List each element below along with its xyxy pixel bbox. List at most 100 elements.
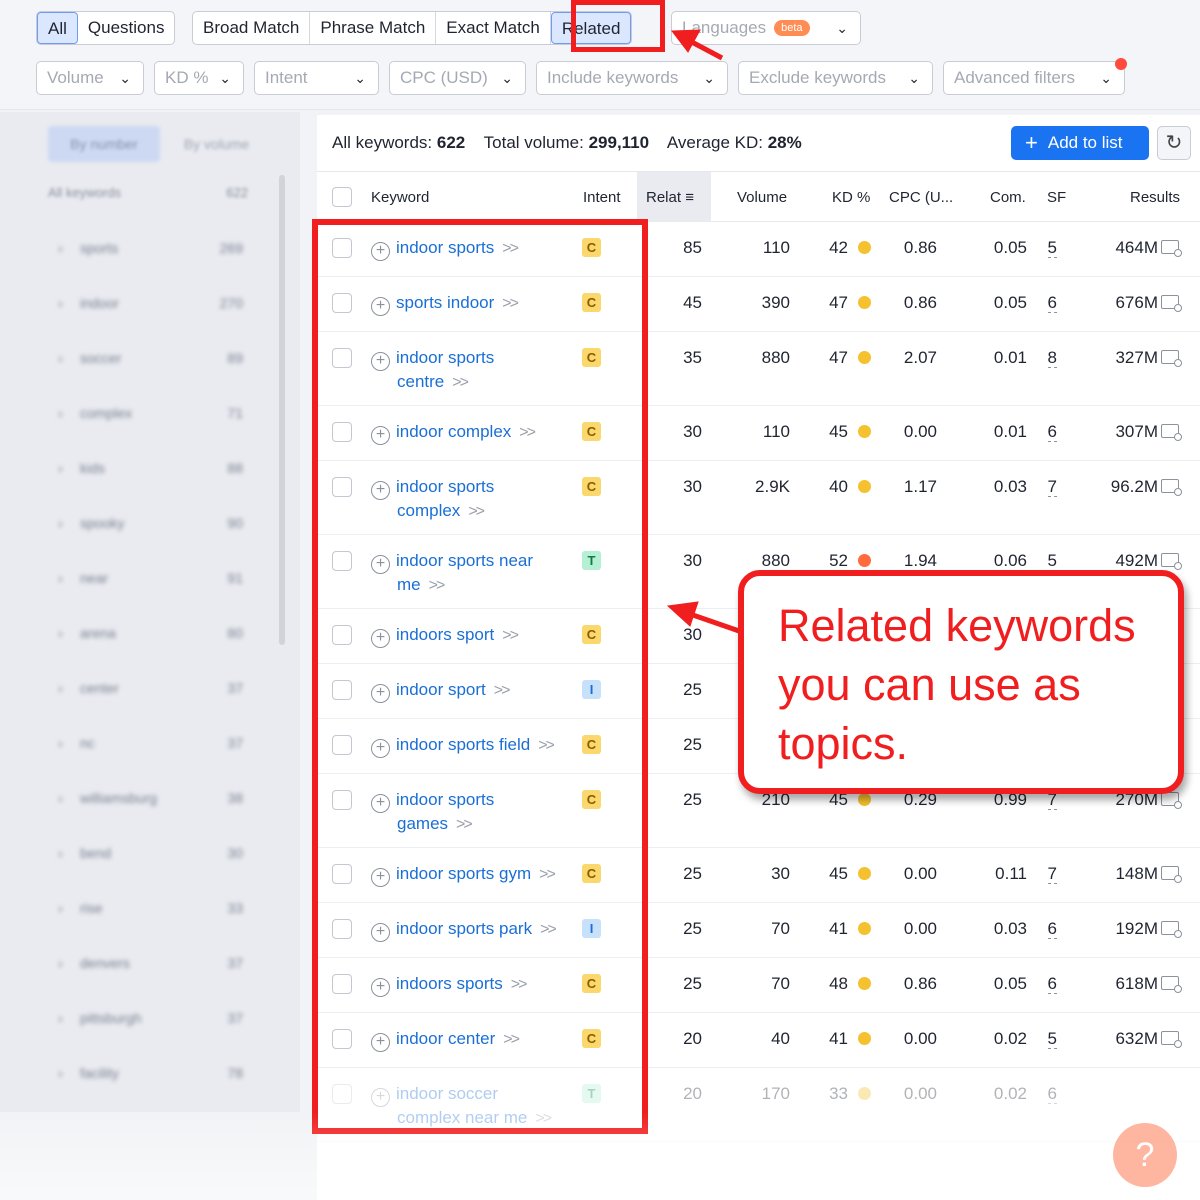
exclude-keywords-filter[interactable]: Exclude keywords ⌄ [738, 61, 933, 95]
serp-features-count[interactable]: 7 [1047, 864, 1057, 884]
com-column-header[interactable]: Com. [990, 189, 1026, 206]
chevron-down-icon: ⌄ [219, 70, 231, 86]
kd-cell: 52 [829, 551, 871, 571]
sidebar-group-item[interactable]: › nc 37 [40, 717, 275, 772]
tab-phrase-match[interactable]: Phrase Match [310, 12, 437, 44]
sidebar-group-item[interactable]: › denvers 37 [40, 937, 275, 992]
serp-features-cell[interactable]: 8 [1047, 348, 1057, 368]
match-type-group: Broad Match Phrase Match Exact Match Rel… [192, 11, 633, 45]
exclude-keywords-label: Exclude keywords [749, 68, 887, 87]
serp-features-cell[interactable]: 7 [1047, 864, 1057, 884]
serp-preview-icon[interactable] [1161, 921, 1182, 938]
sidebar-group-item[interactable]: › spooky 90 [40, 497, 275, 552]
serp-features-count[interactable]: 5 [1047, 551, 1057, 571]
serp-features-cell[interactable]: 6 [1047, 919, 1057, 939]
sidebar-group-item[interactable]: › arena 80 [40, 607, 275, 662]
languages-dropdown[interactable]: Languages beta ⌄ [671, 11, 861, 45]
by-number-button[interactable]: By number [48, 126, 160, 162]
sidebar-group-item[interactable]: › complex 71 [40, 387, 275, 442]
advanced-filters[interactable]: Advanced filters ⌄ [943, 61, 1125, 95]
serp-preview-icon[interactable] [1161, 553, 1182, 570]
related-value: 25 [683, 864, 702, 883]
serp-features-cell[interactable]: 7 [1047, 477, 1057, 497]
serp-features-count[interactable]: 6 [1047, 974, 1057, 994]
serp-features-cell[interactable]: 6 [1047, 293, 1057, 313]
related-value: 25 [683, 919, 702, 938]
serp-features-cell[interactable]: 6 [1047, 974, 1057, 994]
serp-features-count[interactable]: 6 [1047, 293, 1057, 313]
competition-value: 0.05 [993, 293, 1027, 312]
chevron-right-icon: › [58, 845, 63, 861]
search-type-group: All Questions [36, 11, 176, 45]
serp-features-count[interactable]: 6 [1047, 919, 1057, 939]
refresh-button[interactable]: ↻ [1157, 126, 1191, 160]
kd-indicator-dot [858, 554, 871, 567]
sidebar-scrollbar[interactable] [279, 175, 285, 645]
sidebar-group-item[interactable]: › indoor 270 [40, 277, 275, 332]
keyword-column-header[interactable]: Keyword [371, 189, 429, 206]
serp-preview-icon[interactable] [1161, 424, 1182, 441]
serp-features-count[interactable]: 5 [1047, 238, 1057, 258]
serp-features-cell[interactable]: 5 [1047, 1029, 1057, 1049]
kd-value: 47 [829, 293, 848, 312]
serp-features-cell[interactable]: 5 [1047, 238, 1057, 258]
average-kd-label: Average KD: [666, 133, 763, 152]
sidebar-group-count: 91 [227, 570, 243, 586]
add-to-list-button[interactable]: + Add to list [1011, 126, 1149, 160]
cpc-filter[interactable]: CPC (USD) ⌄ [389, 61, 526, 95]
serp-features-count[interactable]: 5 [1047, 1029, 1057, 1049]
help-button[interactable]: ? [1113, 1123, 1177, 1187]
sidebar-group-item[interactable]: › near 91 [40, 552, 275, 607]
sidebar-group-item[interactable]: › bend 30 [40, 827, 275, 882]
kd-filter[interactable]: KD % ⌄ [154, 61, 244, 95]
sidebar-group-item[interactable]: › sports 269 [40, 222, 275, 277]
serp-features-count[interactable]: 7 [1047, 477, 1057, 497]
tab-exact-match[interactable]: Exact Match [436, 12, 551, 44]
sidebar-group-item[interactable]: › kids 88 [40, 442, 275, 497]
serp-features-cell[interactable]: 6 [1047, 422, 1057, 442]
cpc-column-header[interactable]: CPC (U... [889, 189, 953, 206]
serp-preview-icon[interactable] [1161, 866, 1182, 883]
serp-preview-icon[interactable] [1161, 479, 1182, 496]
sidebar-group-item[interactable]: › rise 33 [40, 882, 275, 937]
serp-features-count[interactable]: 8 [1047, 348, 1057, 368]
related-value: 30 [683, 625, 702, 644]
volume-column-header[interactable]: Volume [737, 189, 787, 206]
serp-preview-icon[interactable] [1161, 976, 1182, 993]
cpc-value: 0.00 [903, 864, 937, 883]
include-keywords-filter[interactable]: Include keywords ⌄ [536, 61, 728, 95]
sidebar-group-label: indoor [80, 295, 119, 311]
sidebar-group-label: kids [80, 460, 105, 476]
sidebar-group-item[interactable]: › williamsburg 38 [40, 772, 275, 827]
tab-broad-match[interactable]: Broad Match [193, 12, 311, 44]
select-all-checkbox[interactable] [332, 187, 352, 207]
serp-features-cell[interactable]: 5 [1047, 551, 1057, 571]
serp-preview-icon[interactable] [1161, 240, 1182, 257]
by-volume-button[interactable]: By volume [170, 126, 263, 162]
volume-filter[interactable]: Volume ⌄ [36, 61, 144, 95]
serp-preview-icon[interactable] [1161, 350, 1182, 367]
serp-features-count[interactable]: 6 [1047, 1084, 1057, 1104]
intent-filter[interactable]: Intent ⌄ [254, 61, 379, 95]
sidebar-group-item[interactable]: › soccer 89 [40, 332, 275, 387]
table-header: Relat ≡ Keyword Intent Volume KD % CPC (… [317, 171, 1200, 222]
intent-column-header[interactable]: Intent [583, 189, 621, 206]
sidebar-group-item[interactable]: › pittsburgh 37 [40, 992, 275, 1047]
tab-all[interactable]: All [37, 12, 78, 44]
serp-features-cell[interactable]: 6 [1047, 1084, 1057, 1104]
sort-by-related-header[interactable]: Relat ≡ [637, 172, 711, 222]
serp-features-count[interactable]: 6 [1047, 422, 1057, 442]
sidebar-group-label: bend [80, 845, 112, 861]
serp-preview-icon[interactable] [1161, 295, 1182, 312]
sf-column-header[interactable]: SF [1047, 189, 1066, 206]
sidebar-group-item[interactable]: › center 37 [40, 662, 275, 717]
serp-preview-icon[interactable] [1161, 1031, 1182, 1048]
kd-column-header[interactable]: KD % [832, 189, 870, 206]
chevron-right-icon: › [58, 680, 63, 696]
results-value: 148M [1115, 864, 1158, 883]
kd-value: 41 [829, 919, 848, 938]
results-column-header[interactable]: Results [1130, 189, 1180, 206]
serp-preview-icon[interactable] [1161, 792, 1182, 809]
tab-questions[interactable]: Questions [78, 12, 175, 44]
sidebar-group-item[interactable]: › facility 78 [40, 1047, 275, 1102]
